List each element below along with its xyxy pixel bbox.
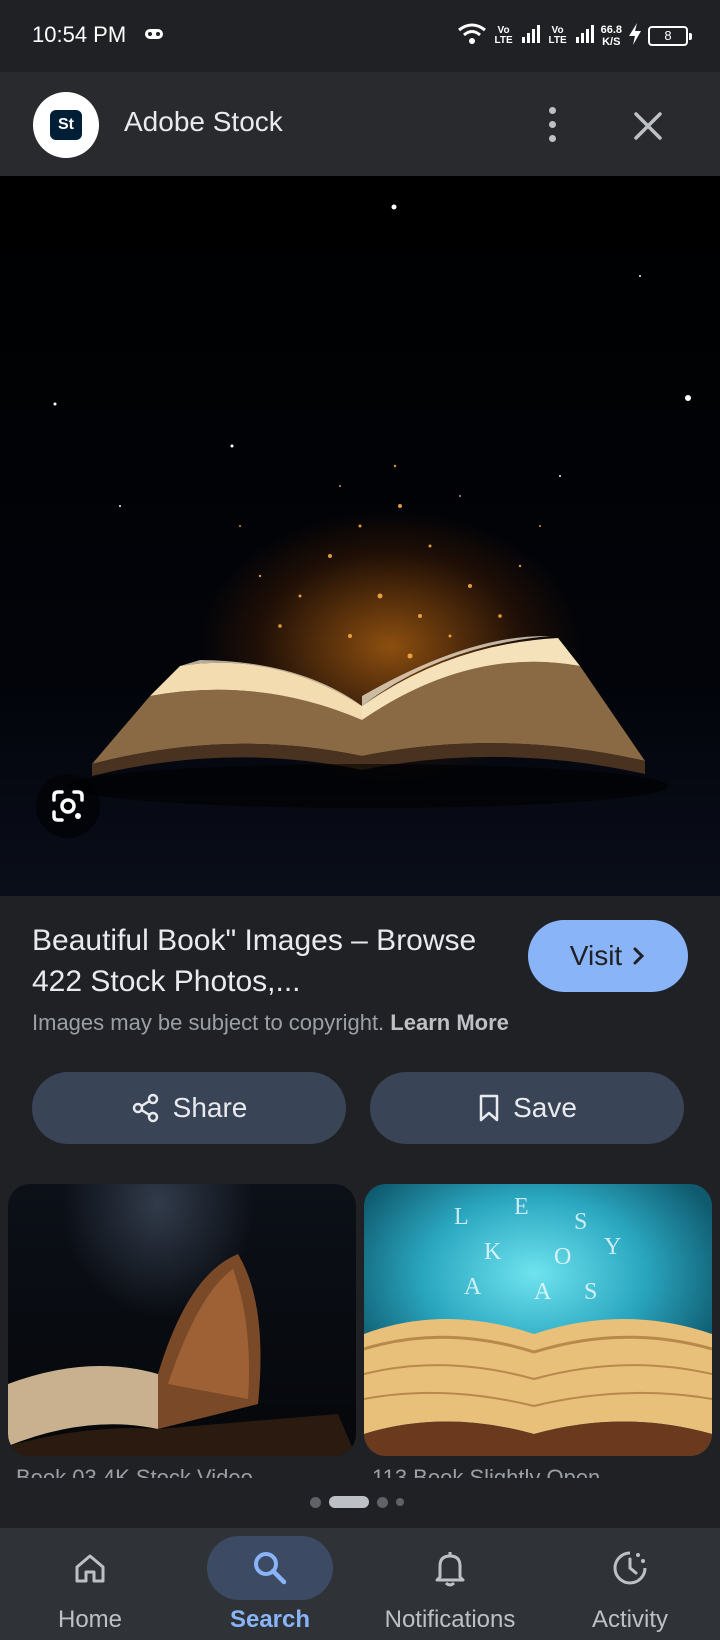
status-time: 10:54 PM: [32, 22, 127, 47]
battery-indicator: 8: [648, 26, 692, 46]
network-label-2: Vo LTE: [548, 25, 567, 46]
bookmark-icon: [479, 1094, 499, 1122]
home-icon: [75, 1554, 105, 1583]
svg-text:K: K: [484, 1239, 502, 1265]
close-button[interactable]: [628, 106, 668, 146]
network-label-1: Vo LTE: [494, 25, 513, 46]
result-image[interactable]: [0, 176, 720, 896]
svg-text:Y: Y: [604, 1234, 621, 1260]
google-lens-button[interactable]: [36, 774, 100, 838]
dark-book-image: [8, 1254, 356, 1456]
glowing-letters-book-image: L E S K O Y A A S: [364, 1194, 712, 1456]
svg-text:A: A: [464, 1274, 482, 1300]
visit-button[interactable]: Visit: [528, 920, 688, 992]
speed-unit: K/S: [602, 36, 621, 48]
related-caption-1[interactable]: Book 03 4K Stock Video: [16, 1464, 253, 1478]
bell-icon: [435, 1552, 465, 1587]
save-button[interactable]: Save: [370, 1072, 684, 1144]
status-icons: Vo LTE Vo LTE 66.8 K/S 8: [457, 20, 692, 52]
learn-more-link[interactable]: Learn More: [390, 1010, 509, 1035]
svg-text:S: S: [574, 1209, 587, 1235]
svg-text:E: E: [514, 1194, 529, 1220]
source-logo: St: [33, 92, 99, 158]
more-options-button[interactable]: [536, 102, 568, 146]
signal-icon: [521, 24, 541, 49]
more-vert-icon: [548, 106, 556, 114]
nav-home[interactable]: Home: [0, 1528, 180, 1640]
carousel-pager: [310, 1496, 404, 1508]
related-image-1[interactable]: [8, 1184, 356, 1456]
copyright-text: Images may be subject to copyright.: [32, 1010, 385, 1035]
chevron-right-icon: [633, 947, 645, 965]
open-book-glow-image: [53, 204, 691, 808]
charging-icon: [628, 22, 642, 50]
pager-dot: [396, 1498, 404, 1506]
result-title[interactable]: Beautiful Book" Images – Browse 422 Stoc…: [32, 920, 482, 1002]
related-image-2[interactable]: L E S K O Y A A S: [364, 1184, 712, 1456]
visit-label: Visit: [569, 940, 623, 971]
result-header: St Adobe Stock: [0, 72, 720, 176]
activity-icon: [613, 1551, 647, 1585]
share-button[interactable]: Share: [32, 1072, 346, 1144]
close-icon: [634, 112, 662, 140]
svg-text:O: O: [554, 1244, 571, 1270]
source-logo-text: St: [50, 110, 82, 140]
svg-text:S: S: [584, 1279, 597, 1305]
signal-icon: [575, 24, 595, 49]
nav-notifications-label: Notifications: [384, 1606, 516, 1633]
svg-text:L: L: [454, 1204, 469, 1230]
pager-dot: [377, 1496, 388, 1508]
game-controller-icon: [144, 27, 164, 46]
copyright-notice: Images may be subject to copyright. Lear…: [32, 1010, 509, 1036]
lens-icon: [52, 790, 84, 822]
speed-value: 66.8: [600, 24, 622, 36]
nav-search-label: Search: [229, 1606, 311, 1633]
wifi-icon: [457, 22, 487, 51]
source-title: Adobe Stock: [124, 106, 283, 137]
nav-activity[interactable]: Activity: [540, 1528, 720, 1640]
nav-search[interactable]: Search: [180, 1528, 360, 1640]
pager-dot: [310, 1496, 321, 1508]
search-icon: [254, 1552, 287, 1585]
status-bar: 10:54 PM Vo LTE Vo LTE 66.8 K/S 8: [0, 0, 720, 72]
save-label: Save: [513, 1092, 577, 1123]
bottom-navigation: Home Search Notifications Activity: [0, 1528, 720, 1640]
pager-dot-active: [329, 1496, 369, 1508]
nav-notifications[interactable]: Notifications: [360, 1528, 540, 1640]
network-speed: 66.8 K/S: [601, 24, 622, 48]
nav-activity-label: Activity: [591, 1606, 668, 1633]
svg-text:A: A: [534, 1279, 552, 1305]
share-icon: [132, 1093, 158, 1123]
share-label: Share: [172, 1092, 248, 1123]
related-caption-2[interactable]: 113 Book Slightly Open: [372, 1464, 600, 1478]
nav-home-label: Home: [57, 1606, 123, 1633]
